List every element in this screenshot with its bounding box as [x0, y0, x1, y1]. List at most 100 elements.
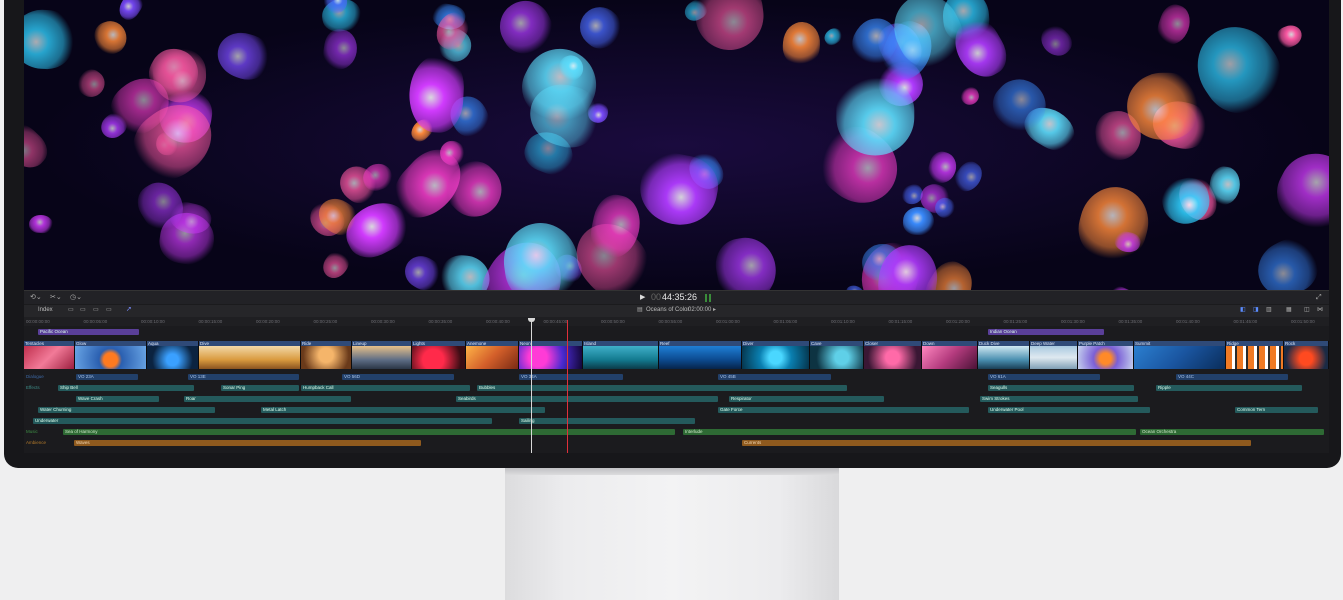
jellyfish — [1071, 179, 1157, 269]
effects-clip[interactable]: Wave Crash — [76, 396, 159, 402]
skimmer — [567, 320, 568, 453]
effects-clip[interactable]: Respirator — [729, 396, 884, 402]
dialogue-clip[interactable]: VO 23A — [76, 374, 138, 380]
dialogue-clip[interactable]: VO 56D — [342, 374, 454, 380]
effects-clip[interactable]: Metal Latch — [261, 407, 545, 413]
video-thumbnail — [466, 346, 518, 369]
effects-clip[interactable]: Roar — [184, 396, 351, 402]
video-clip[interactable]: Down — [922, 341, 978, 369]
transform-icon[interactable]: ⟲⌄ — [30, 294, 42, 302]
video-clip[interactable]: Purple Patch — [1078, 341, 1134, 369]
ambience-clip[interactable]: Currents — [742, 440, 1251, 446]
title-clip[interactable]: Indian Ocean — [988, 329, 1104, 335]
role-label-effects: Effects — [26, 385, 40, 390]
ruler-tick: 00:00:35:00 — [428, 319, 453, 324]
title-clip[interactable]: Pacific Ocean — [38, 329, 139, 335]
effects-clip[interactable]: Swim Strokes — [980, 396, 1138, 402]
video-clip[interactable]: Tentacles — [24, 341, 75, 369]
ruler-tick: 00:00:30:00 — [371, 319, 395, 324]
project-icon: ▤ — [637, 307, 643, 313]
video-clip[interactable]: Lights — [412, 341, 466, 369]
video-clip[interactable]: Reef — [659, 341, 742, 369]
effects-clip[interactable]: Gate Force — [718, 407, 969, 413]
effects-clip[interactable]: Humpback Call — [301, 385, 470, 391]
video-clip[interactable]: Duck Dive — [978, 341, 1030, 369]
video-clip[interactable]: Diver — [742, 341, 810, 369]
video-clip[interactable]: Dive — [199, 341, 301, 369]
effects-clip[interactable]: Sailing — [519, 418, 695, 424]
effects-clip[interactable]: Underwater — [33, 418, 492, 424]
video-clip[interactable]: Aqua — [147, 341, 199, 369]
dialogue-clip[interactable]: VO 13E — [188, 374, 299, 380]
video-thumbnail — [412, 346, 465, 369]
project-title: Oceans of Color — [646, 307, 690, 313]
jellyfish — [711, 233, 781, 290]
jellyfish — [1105, 283, 1140, 290]
jellyfish — [499, 218, 584, 290]
video-clip[interactable]: Anemone — [466, 341, 519, 369]
ruler-tick: 00:01:40:00 — [1176, 319, 1200, 324]
append-clip-icon[interactable]: ▭ — [93, 306, 99, 314]
music-clip[interactable]: Interlude — [683, 429, 1136, 435]
video-clip[interactable]: Summit — [1134, 341, 1226, 369]
effects-browser-icon[interactable]: ◫ — [1304, 306, 1310, 314]
music-clip[interactable]: Sea of Harmony — [63, 429, 675, 435]
crop-icon[interactable]: ✂⌄ — [50, 294, 62, 302]
video-clip[interactable]: Ridge — [1226, 341, 1284, 369]
speed-icon[interactable]: ◷⌄ — [70, 294, 82, 302]
jellyfish — [1034, 19, 1077, 63]
jellyfish — [571, 0, 629, 56]
video-viewer[interactable] — [24, 0, 1329, 290]
video-clip[interactable]: Closer — [864, 341, 922, 369]
effects-clip[interactable]: Seagulls — [988, 385, 1134, 391]
effects-clip[interactable]: Common Tern — [1235, 407, 1318, 413]
index-button[interactable]: Index — [38, 307, 53, 313]
dialogue-clip[interactable]: VO 61A — [988, 374, 1100, 380]
connect-clip-icon[interactable]: ▭ — [68, 306, 74, 314]
video-clip[interactable]: Cave — [810, 341, 864, 369]
effects-clip[interactable]: Water Churning — [38, 407, 215, 413]
effects-clip[interactable]: Sonar Ping — [221, 385, 299, 391]
timeline-ruler[interactable]: 00:00:00:00 00:00:05:00 00:00:10:00 00:00:1… — [24, 317, 1329, 326]
video-thumbnail — [199, 346, 300, 369]
select-tool-icon[interactable]: ➚ — [126, 306, 132, 314]
jellyfish — [24, 7, 76, 71]
video-clip[interactable]: Deep Water — [1030, 341, 1078, 369]
video-clip[interactable]: Lineup — [352, 341, 412, 369]
project-duration: 02:00:00 — [688, 307, 712, 313]
jellyfish — [73, 65, 111, 103]
ruler-tick: 00:00:25:00 — [313, 319, 338, 324]
effects-clip[interactable]: Ship Bell — [58, 385, 194, 391]
monitor-bezel: ⟲⌄ ✂⌄ ◷⌄ ▶ 00 44:35:26 ⤢ Index ▭ ▭ ▭ ▭ ➚… — [4, 0, 1341, 468]
effects-clip[interactable]: Seabirds — [456, 396, 718, 402]
solo-icon[interactable]: ◨ — [1253, 306, 1259, 314]
ruler-tick: 00:00:50:00 — [601, 319, 625, 324]
effects-clip[interactable]: Bubbles — [477, 385, 847, 391]
dialogue-clip[interactable]: VO 34A — [519, 374, 623, 380]
video-thumbnail — [1078, 346, 1133, 369]
music-clip[interactable]: Ocean Orchestra — [1140, 429, 1324, 435]
dialogue-clip[interactable]: VO 44C — [1176, 374, 1288, 380]
effects-clip[interactable]: Ripple — [1156, 385, 1302, 391]
audio-skimming-icon[interactable]: ◧ — [1240, 306, 1246, 314]
next-icon[interactable]: ▸ — [713, 306, 716, 314]
transitions-browser-icon[interactable]: ⋈ — [1317, 306, 1323, 314]
fullscreen-icon[interactable]: ⤢ — [1316, 294, 1322, 302]
dialogue-clip[interactable]: VO 45B — [718, 374, 831, 380]
clip-appearance-icon[interactable]: ▦ — [1286, 306, 1292, 314]
display-stand — [505, 467, 839, 600]
video-thumbnail — [1226, 346, 1283, 369]
timeline-tracks[interactable]: Pacific Ocean Indian Ocean Tentacles Glo… — [24, 326, 1329, 453]
ambience-clip[interactable]: Waves — [74, 440, 421, 446]
effects-clip[interactable]: Underwater Pool — [988, 407, 1150, 413]
insert-clip-icon[interactable]: ▭ — [80, 306, 86, 314]
playhead[interactable] — [531, 320, 532, 453]
video-clip[interactable]: Glow — [75, 341, 147, 369]
video-clip[interactable]: Ride — [301, 341, 352, 369]
snapping-icon[interactable]: ▥ — [1266, 306, 1272, 314]
video-clip[interactable]: Rock — [1284, 341, 1329, 369]
video-clip[interactable]: Neon — [519, 341, 583, 369]
play-icon[interactable]: ▶ — [640, 294, 645, 302]
video-clip[interactable]: Island — [583, 341, 659, 369]
overwrite-clip-icon[interactable]: ▭ — [106, 306, 112, 314]
